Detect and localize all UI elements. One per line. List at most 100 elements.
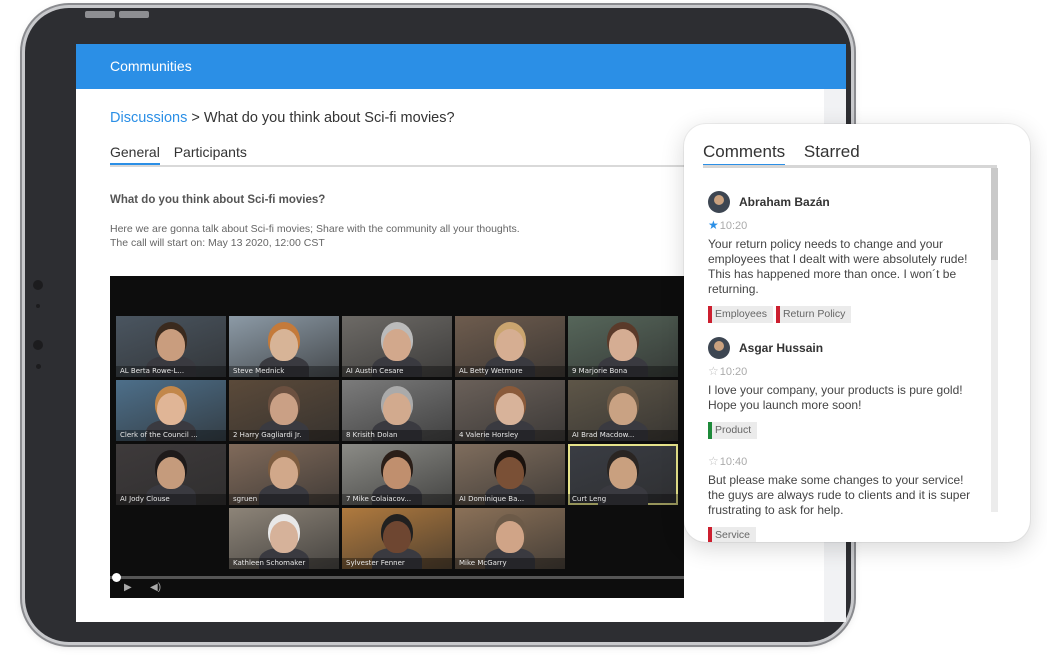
participant-tile[interactable]: Clerk of the Council ...	[116, 380, 226, 441]
participant-tile[interactable]: 4 Valerie Horsley	[455, 380, 565, 441]
participant-tile[interactable]: 2 Harry Gagliardi Jr.	[229, 380, 339, 441]
comments-tabs: Comments Starred	[703, 142, 874, 167]
participant-face	[270, 457, 298, 489]
participant-name: AI Jody Clouse	[116, 494, 226, 505]
participant-tile[interactable]: AL Berta Rowe-L...	[116, 316, 226, 377]
participant-face	[496, 521, 524, 553]
video-seek-bar[interactable]	[110, 576, 684, 579]
comment-author: Asgar Hussain	[708, 336, 978, 360]
star-outline-icon[interactable]: ☆	[708, 454, 719, 468]
sensor-dot	[36, 304, 40, 308]
star-filled-icon[interactable]: ★	[708, 218, 719, 232]
comment-tags: Service	[708, 525, 978, 542]
participant-name: AL Berta Rowe-L...	[116, 366, 226, 377]
tag-employees[interactable]: Employees	[708, 306, 773, 323]
participant-tile[interactable]: AI Austin Cesare	[342, 316, 452, 377]
app-title: Communities	[110, 58, 192, 74]
participant-name: AL Betty Wetmore	[455, 366, 565, 377]
participant-tile[interactable]: sgruen	[229, 444, 339, 505]
participant-name: AI Dominique Ba...	[455, 494, 565, 505]
participant-tile[interactable]: 9 Marjorie Bona	[568, 316, 678, 377]
participant-tile[interactable]: Mike McGarry	[455, 508, 565, 569]
tab-comments[interactable]: Comments	[703, 142, 786, 167]
tag-return-policy[interactable]: Return Policy	[775, 306, 852, 323]
sensor-dot	[36, 364, 41, 369]
participant-face	[496, 457, 524, 489]
participant-face	[496, 393, 524, 425]
comment-tags: Product	[708, 420, 978, 439]
participant-name: Kathleen Schomaker	[229, 558, 339, 569]
participant-face	[383, 457, 411, 489]
seek-handle[interactable]	[112, 573, 121, 582]
participant-name: 4 Valerie Horsley	[455, 430, 565, 441]
avatar	[708, 191, 730, 213]
comment-text: I love your company, your products is pu…	[708, 383, 963, 412]
participant-face	[157, 393, 185, 425]
play-icon[interactable]: ▶	[124, 582, 132, 593]
participant-face	[383, 521, 411, 553]
post-description-line: Here we are gonna talk about Sci-fi movi…	[110, 223, 520, 235]
participant-tile[interactable]: AI Dominique Ba...	[455, 444, 565, 505]
comment-item: Abraham Bazán ★10:20 Your return policy …	[708, 190, 978, 323]
participant-face	[496, 329, 524, 361]
participant-face	[609, 393, 637, 425]
post-schedule-line: The call will start on: May 13 2020, 12:…	[110, 237, 325, 249]
participant-tile[interactable]: Curt Leng	[568, 444, 678, 505]
tag-service[interactable]: Service	[708, 527, 757, 542]
participant-tile[interactable]: 7 Mike Colaiacov...	[342, 444, 452, 505]
tablet-button	[85, 11, 115, 18]
star-outline-icon[interactable]: ☆	[708, 364, 719, 378]
participant-name: sgruen	[229, 494, 339, 505]
participant-name: Sylvester Fenner	[342, 558, 452, 569]
comments-tabs-divider	[703, 165, 997, 168]
participant-face	[157, 329, 185, 361]
participant-face	[157, 457, 185, 489]
breadcrumb-link-discussions[interactable]: Discussions	[110, 110, 187, 126]
comment-author: Abraham Bazán	[708, 190, 978, 214]
comment-text: Your return policy needs to change and y…	[708, 237, 968, 296]
participant-name: 7 Mike Colaiacov...	[342, 494, 452, 505]
comment-meta: ★10:20	[708, 217, 978, 233]
tag-product[interactable]: Product	[708, 422, 758, 439]
author-name: Asgar Hussain	[739, 341, 824, 355]
video-call-player[interactable]: ▶ ◀) AL Berta Rowe-L... Steve Mednick AI A…	[110, 276, 684, 598]
tab-participants[interactable]: Participants	[174, 144, 247, 165]
comments-scrollbar-thumb[interactable]	[991, 168, 998, 260]
tab-starred[interactable]: Starred	[804, 142, 860, 166]
breadcrumb-separator: >	[187, 110, 204, 126]
camera-icon	[33, 340, 43, 350]
participant-name: 2 Harry Gagliardi Jr.	[229, 430, 339, 441]
participant-tile[interactable]: 8 Krisith Dolan	[342, 380, 452, 441]
post-title: What do you think about Sci-fi movies?	[110, 194, 326, 206]
tablet-button	[119, 11, 149, 18]
participant-face	[609, 329, 637, 361]
comment-time: 10:20	[719, 220, 748, 232]
participant-name: AI Brad Macdow...	[568, 430, 678, 441]
comment-tags: Employees Return Policy	[708, 304, 978, 323]
participant-tile[interactable]: AI Brad Macdow...	[568, 380, 678, 441]
comment-time: 10:40	[719, 456, 748, 468]
participant-face	[270, 521, 298, 553]
participant-face	[270, 393, 298, 425]
participant-tile[interactable]: Kathleen Schomaker	[229, 508, 339, 569]
tab-general[interactable]: General	[110, 144, 160, 166]
avatar	[708, 337, 730, 359]
comments-panel: Comments Starred Abraham Bazán ★10:20 Yo…	[684, 124, 1030, 542]
volume-icon[interactable]: ◀)	[150, 582, 161, 593]
participant-name: Mike McGarry	[455, 558, 565, 569]
app-bar: Communities	[76, 44, 846, 89]
participant-face	[609, 457, 637, 489]
breadcrumb: Discussions > What do you think about Sc…	[110, 110, 455, 126]
camera-icon	[33, 280, 43, 290]
comment-item: Asgar Hussain ☆10:20 I love your company…	[708, 336, 978, 439]
participant-name: Curt Leng	[568, 494, 678, 505]
participant-tile[interactable]: Sylvester Fenner	[342, 508, 452, 569]
comment-meta: ☆10:20	[708, 363, 978, 379]
participant-name: Steve Mednick	[229, 366, 339, 377]
participant-face	[383, 393, 411, 425]
participant-name: Clerk of the Council ...	[116, 430, 226, 441]
participant-name: AI Austin Cesare	[342, 366, 452, 377]
participant-tile[interactable]: Steve Mednick	[229, 316, 339, 377]
participant-tile[interactable]: AL Betty Wetmore	[455, 316, 565, 377]
participant-tile[interactable]: AI Jody Clouse	[116, 444, 226, 505]
